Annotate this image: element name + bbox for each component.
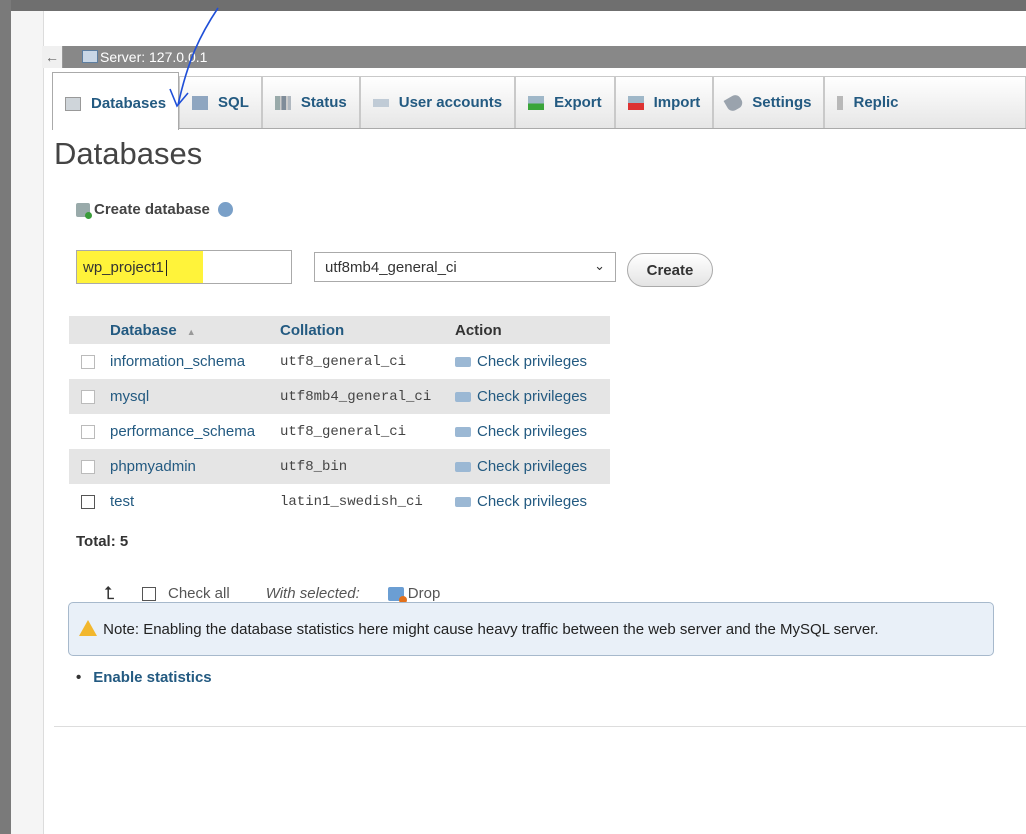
tab-label: Replic xyxy=(853,94,899,111)
tab-label: Export xyxy=(554,94,602,111)
tab-label: Import xyxy=(653,94,701,111)
create-button[interactable]: Create xyxy=(627,253,713,287)
import-icon xyxy=(627,96,644,110)
check-privileges-link[interactable]: Check privileges xyxy=(450,344,610,379)
privileges-icon xyxy=(455,497,471,508)
database-name-link[interactable]: mysql xyxy=(105,379,275,414)
user-accounts-icon xyxy=(372,99,389,107)
database-name-link[interactable]: information_schema xyxy=(105,344,275,379)
collation-cell: utf8_general_ci xyxy=(275,414,450,449)
statistics-notice: Note: Enabling the database statistics h… xyxy=(68,602,994,656)
row-checkbox[interactable] xyxy=(69,449,105,484)
window-frame-top xyxy=(0,0,1026,11)
table-row: test latin1_swedish_ci Check privileges xyxy=(69,484,610,519)
privileges-icon xyxy=(455,462,471,473)
tab-settings[interactable]: Settings xyxy=(713,76,825,128)
total-count: Total: 5 xyxy=(76,533,129,550)
collation-cell: utf8_bin xyxy=(275,449,450,484)
page-title: Databases xyxy=(54,136,203,171)
privileges-icon xyxy=(455,392,471,403)
collation-cell: latin1_swedish_ci xyxy=(275,484,450,519)
collation-cell: utf8_general_ci xyxy=(275,344,450,379)
tab-label: Status xyxy=(300,94,347,111)
enable-statistics-link[interactable]: Enable statistics xyxy=(93,669,211,686)
bulk-actions: ⮤ Check all With selected: Drop xyxy=(104,583,440,604)
select-arrow-icon: ⮤ xyxy=(104,583,115,603)
create-database-label: Create database xyxy=(94,201,210,218)
table-row: phpmyadmin utf8_bin Check privileges xyxy=(69,449,610,484)
header-collation[interactable]: Collation xyxy=(275,316,450,344)
chevron-down-icon: ⌄ xyxy=(594,258,605,273)
create-database-heading: Create database xyxy=(76,201,233,219)
drop-button[interactable]: Drop xyxy=(408,585,441,602)
tab-export[interactable]: Export xyxy=(515,76,615,128)
with-selected-label: With selected: xyxy=(265,585,360,602)
list-bullet: • xyxy=(76,669,82,686)
warning-icon xyxy=(79,620,97,636)
replication-icon xyxy=(837,96,844,110)
database-name-link[interactable]: phpmyadmin xyxy=(105,449,275,484)
privileges-icon xyxy=(455,357,471,368)
window-frame-left xyxy=(0,0,11,834)
export-icon xyxy=(528,96,545,110)
notice-text: Note: Enabling the database statistics h… xyxy=(103,621,879,638)
row-checkbox[interactable] xyxy=(69,484,105,519)
check-privileges-link[interactable]: Check privileges xyxy=(450,379,610,414)
tab-import[interactable]: Import xyxy=(614,76,714,128)
check-privileges-link[interactable]: Check privileges xyxy=(450,484,610,519)
check-privileges-link[interactable]: Check privileges xyxy=(450,414,610,449)
table-row: mysql utf8mb4_general_ci Check privilege… xyxy=(69,379,610,414)
database-name-link[interactable]: test xyxy=(105,484,275,519)
divider xyxy=(54,726,1026,727)
row-checkbox[interactable] xyxy=(69,379,105,414)
table-row: performance_schema utf8_general_ci Check… xyxy=(69,414,610,449)
collation-cell: utf8mb4_general_ci xyxy=(275,379,450,414)
new-database-icon xyxy=(76,202,92,219)
header-checkbox-cell xyxy=(69,316,105,344)
row-checkbox[interactable] xyxy=(69,414,105,449)
tab-label: Settings xyxy=(752,94,812,111)
tab-status[interactable]: Status xyxy=(261,76,360,128)
tab-label: User accounts xyxy=(398,94,503,111)
enable-statistics-item: • Enable statistics xyxy=(76,669,212,686)
table-header-row: Database ▲ Collation Action xyxy=(69,316,610,344)
check-privileges-link[interactable]: Check privileges xyxy=(450,449,610,484)
check-all-checkbox[interactable] xyxy=(142,586,156,601)
header-action: Action xyxy=(450,316,610,344)
collation-selected-value: utf8mb4_general_ci xyxy=(325,259,457,276)
sort-ascending-icon: ▲ xyxy=(186,326,196,337)
table-row: information_schema utf8_general_ci Check… xyxy=(69,344,610,379)
drop-icon xyxy=(387,586,407,604)
database-name-value: wp_project1 xyxy=(83,259,167,277)
database-name-link[interactable]: performance_schema xyxy=(105,414,275,449)
tab-replication[interactable]: Replic xyxy=(824,76,1026,128)
server-icon xyxy=(82,50,98,63)
database-icon xyxy=(65,97,81,111)
tab-label: Databases xyxy=(91,95,167,112)
row-checkbox[interactable] xyxy=(69,344,105,379)
text-cursor xyxy=(165,260,167,277)
check-all-label[interactable]: Check all xyxy=(168,585,230,602)
databases-table: Database ▲ Collation Action information_s… xyxy=(69,316,610,519)
settings-icon xyxy=(723,92,745,114)
status-icon xyxy=(274,96,291,110)
annotation-arrow xyxy=(169,7,219,108)
collapse-nav-button[interactable]: ← xyxy=(42,46,63,68)
collation-select[interactable]: utf8mb4_general_ci ⌄ xyxy=(314,252,616,282)
privileges-icon xyxy=(455,427,471,438)
navigation-panel-collapsed xyxy=(11,11,44,834)
help-icon[interactable] xyxy=(217,202,233,217)
header-database[interactable]: Database ▲ xyxy=(105,316,275,344)
main-content: ← Server: 127.0.0.1 Databases SQL Status… xyxy=(42,11,1026,834)
tab-user-accounts[interactable]: User accounts xyxy=(359,76,516,128)
